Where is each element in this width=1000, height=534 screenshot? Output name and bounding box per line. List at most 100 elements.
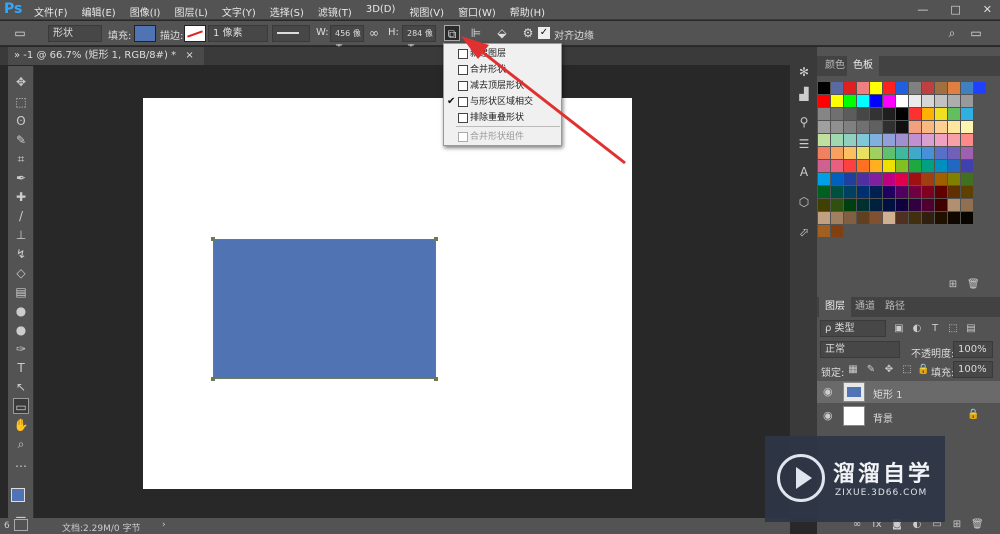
color-swatch[interactable] bbox=[844, 212, 856, 224]
anchor-point[interactable] bbox=[434, 237, 438, 241]
color-swatch[interactable] bbox=[883, 108, 895, 120]
color-swatch[interactable] bbox=[896, 121, 908, 133]
color-swatch[interactable] bbox=[831, 160, 843, 172]
color-swatch[interactable] bbox=[870, 199, 882, 211]
color-swatch[interactable] bbox=[831, 82, 843, 94]
color-swatch[interactable] bbox=[909, 186, 921, 198]
color-swatch[interactable] bbox=[961, 186, 973, 198]
tab-channels[interactable]: 通道 bbox=[849, 297, 881, 317]
color-swatch[interactable] bbox=[831, 199, 843, 211]
tab-swatches[interactable]: 色板 bbox=[847, 56, 879, 76]
anchor-point[interactable] bbox=[211, 377, 215, 381]
fill-swatch[interactable] bbox=[134, 25, 156, 42]
tab-paths[interactable]: 路径 bbox=[879, 297, 911, 317]
filter-smart-icon[interactable]: ▤ bbox=[965, 323, 977, 335]
stroke-type-select[interactable] bbox=[272, 25, 310, 42]
color-swatch[interactable] bbox=[844, 108, 856, 120]
color-swatch[interactable] bbox=[961, 147, 973, 159]
color-swatch[interactable] bbox=[870, 212, 882, 224]
color-swatch[interactable] bbox=[896, 160, 908, 172]
eye-icon[interactable]: ◉ bbox=[823, 385, 833, 398]
color-swatch[interactable] bbox=[922, 147, 934, 159]
color-swatch[interactable] bbox=[922, 160, 934, 172]
color-swatch[interactable] bbox=[818, 212, 830, 224]
color-swatch[interactable] bbox=[883, 147, 895, 159]
color-swatch[interactable] bbox=[883, 95, 895, 107]
color-swatch[interactable] bbox=[818, 225, 830, 237]
color-swatch[interactable] bbox=[857, 212, 869, 224]
color-swatch[interactable] bbox=[948, 199, 960, 211]
color-swatch[interactable] bbox=[922, 134, 934, 146]
color-swatch[interactable] bbox=[883, 173, 895, 185]
height-field[interactable]: 284 像素 bbox=[402, 25, 436, 53]
color-swatch[interactable] bbox=[948, 173, 960, 185]
color-swatch[interactable] bbox=[857, 186, 869, 198]
eyedropper-tool-icon[interactable]: ✒ bbox=[13, 170, 29, 186]
color-swatch[interactable] bbox=[961, 212, 973, 224]
align-edges-checkbox[interactable]: ✓ bbox=[538, 27, 550, 39]
color-swatch[interactable] bbox=[831, 147, 843, 159]
color-swatch[interactable] bbox=[948, 186, 960, 198]
color-swatch[interactable] bbox=[961, 121, 973, 133]
color-swatch[interactable] bbox=[844, 121, 856, 133]
color-swatch[interactable] bbox=[961, 199, 973, 211]
menu-filter[interactable]: 滤镜(T) bbox=[318, 4, 352, 19]
color-swatch[interactable] bbox=[909, 82, 921, 94]
color-swatch[interactable] bbox=[922, 199, 934, 211]
color-swatch[interactable] bbox=[883, 134, 895, 146]
path-operations-icon[interactable]: ⧉ bbox=[444, 25, 460, 41]
menu-window[interactable]: 窗口(W) bbox=[458, 4, 496, 19]
color-swatch[interactable] bbox=[935, 173, 947, 185]
color-swatch[interactable] bbox=[961, 82, 973, 94]
color-swatch[interactable] bbox=[909, 199, 921, 211]
filter-shape-icon[interactable]: ⬚ bbox=[947, 323, 959, 335]
hand-tool-icon[interactable]: ✋ bbox=[13, 417, 29, 433]
color-swatch[interactable] bbox=[909, 95, 921, 107]
color-swatch[interactable] bbox=[948, 160, 960, 172]
color-swatch[interactable] bbox=[857, 134, 869, 146]
menu-type[interactable]: 文字(Y) bbox=[222, 4, 256, 19]
rectangle-shape-tool-icon[interactable]: ▭ bbox=[13, 398, 29, 414]
color-swatch[interactable] bbox=[870, 82, 882, 94]
gear-icon[interactable]: ⚙ bbox=[520, 25, 536, 41]
width-field[interactable]: 456 像素 bbox=[330, 25, 364, 53]
color-swatch[interactable] bbox=[896, 199, 908, 211]
lock-artboard-icon[interactable]: ⬚ bbox=[901, 364, 913, 376]
panel-collapse-icon[interactable]: » bbox=[14, 50, 23, 61]
color-swatch[interactable] bbox=[909, 212, 921, 224]
menu-item-exclude-overlap[interactable]: 排除重叠形状 bbox=[444, 110, 561, 126]
lock-all-icon[interactable]: 🔒 bbox=[917, 364, 929, 376]
filter-type-icon[interactable]: T bbox=[929, 323, 941, 335]
color-swatch[interactable] bbox=[948, 82, 960, 94]
color-swatch[interactable] bbox=[831, 134, 843, 146]
color-swatch[interactable] bbox=[922, 95, 934, 107]
path-arrangement-icon[interactable]: ⬙ bbox=[494, 25, 510, 41]
color-swatch[interactable] bbox=[961, 108, 973, 120]
color-swatch[interactable] bbox=[948, 95, 960, 107]
dodge-tool-icon[interactable]: ● bbox=[13, 322, 29, 338]
color-swatch[interactable] bbox=[896, 95, 908, 107]
color-swatch[interactable] bbox=[870, 108, 882, 120]
color-swatch[interactable] bbox=[935, 82, 947, 94]
filter-image-icon[interactable]: ▣ bbox=[893, 323, 905, 335]
history-brush-icon[interactable]: ↯ bbox=[13, 246, 29, 262]
color-swatch[interactable] bbox=[948, 108, 960, 120]
healing-brush-icon[interactable]: ✚ bbox=[13, 189, 29, 205]
eye-icon[interactable]: ◉ bbox=[823, 409, 833, 422]
maximize-button[interactable]: □ bbox=[950, 3, 960, 16]
path-alignment-icon[interactable]: ⊫ bbox=[468, 25, 484, 41]
color-swatch[interactable] bbox=[948, 134, 960, 146]
color-swatch[interactable] bbox=[844, 95, 856, 107]
color-swatch[interactable] bbox=[870, 147, 882, 159]
color-swatch[interactable] bbox=[818, 134, 830, 146]
color-swatch[interactable] bbox=[818, 199, 830, 211]
color-swatch[interactable] bbox=[818, 95, 830, 107]
rectangle-tool-icon[interactable]: ▭ bbox=[12, 25, 28, 41]
quick-select-tool-icon[interactable]: ✎ bbox=[13, 132, 29, 148]
menu-3d[interactable]: 3D(D) bbox=[366, 4, 396, 19]
menu-layer[interactable]: 图层(L) bbox=[174, 4, 207, 19]
color-swatch[interactable] bbox=[896, 173, 908, 185]
zoom-tool-icon[interactable]: ⌕ bbox=[13, 436, 29, 452]
color-swatch[interactable] bbox=[870, 173, 882, 185]
color-swatch[interactable] bbox=[935, 186, 947, 198]
